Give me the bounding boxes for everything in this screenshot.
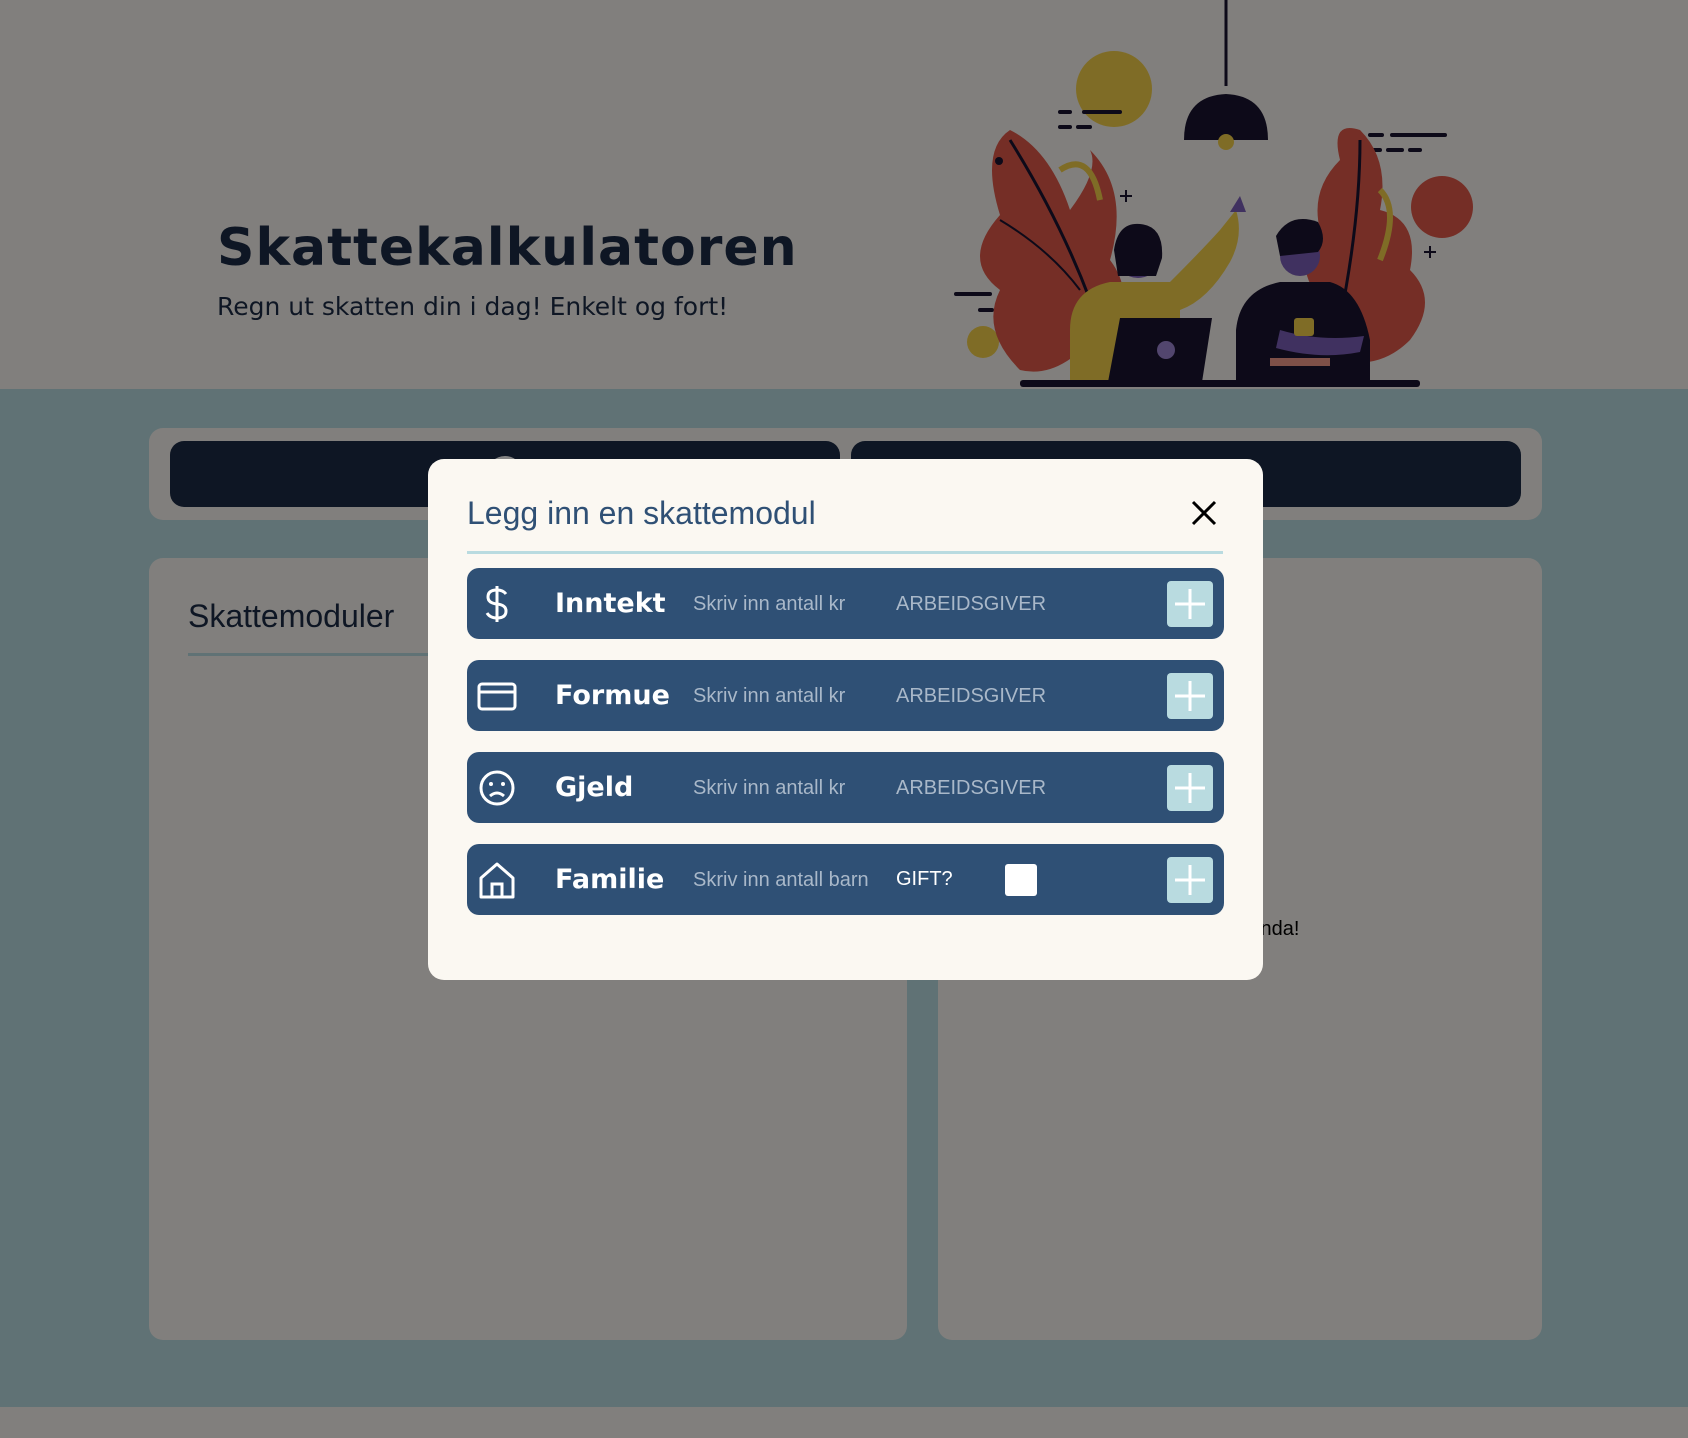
add-gjeld-button[interactable] — [1167, 765, 1213, 811]
add-inntekt-button[interactable] — [1167, 581, 1213, 627]
module-row-familie: Familie GIFT? — [467, 844, 1224, 915]
employer-input[interactable] — [896, 770, 1076, 806]
employer-input[interactable] — [896, 678, 1076, 714]
module-label: Gjeld — [555, 772, 634, 803]
house-icon — [479, 862, 515, 899]
married-checkbox[interactable] — [1005, 864, 1037, 896]
dollar-icon — [485, 586, 508, 622]
modal-divider — [467, 551, 1223, 554]
plus-icon — [1175, 681, 1205, 711]
add-module-modal: Legg inn en skattemodul Inntekt Formue — [428, 459, 1263, 980]
module-row-formue: Formue — [467, 660, 1224, 731]
amount-input[interactable] — [693, 678, 883, 714]
amount-input[interactable] — [693, 770, 883, 806]
amount-input[interactable] — [693, 586, 883, 622]
plus-icon — [1175, 773, 1205, 803]
plus-icon — [1175, 589, 1205, 619]
module-label: Familie — [555, 864, 665, 895]
children-input[interactable] — [693, 862, 883, 898]
plus-icon — [1175, 865, 1205, 895]
module-row-gjeld: Gjeld — [467, 752, 1224, 823]
module-label: Inntekt — [555, 588, 666, 619]
modal-title: Legg inn en skattemodul — [467, 495, 816, 531]
credit-card-icon — [477, 682, 517, 711]
employer-input[interactable] — [896, 586, 1076, 622]
module-label: Formue — [555, 680, 670, 711]
married-label: GIFT? — [896, 868, 953, 890]
module-row-inntekt: Inntekt — [467, 568, 1224, 639]
close-icon[interactable] — [1188, 497, 1220, 529]
add-familie-button[interactable] — [1167, 857, 1213, 903]
sad-face-icon — [479, 770, 515, 806]
add-formue-button[interactable] — [1167, 673, 1213, 719]
